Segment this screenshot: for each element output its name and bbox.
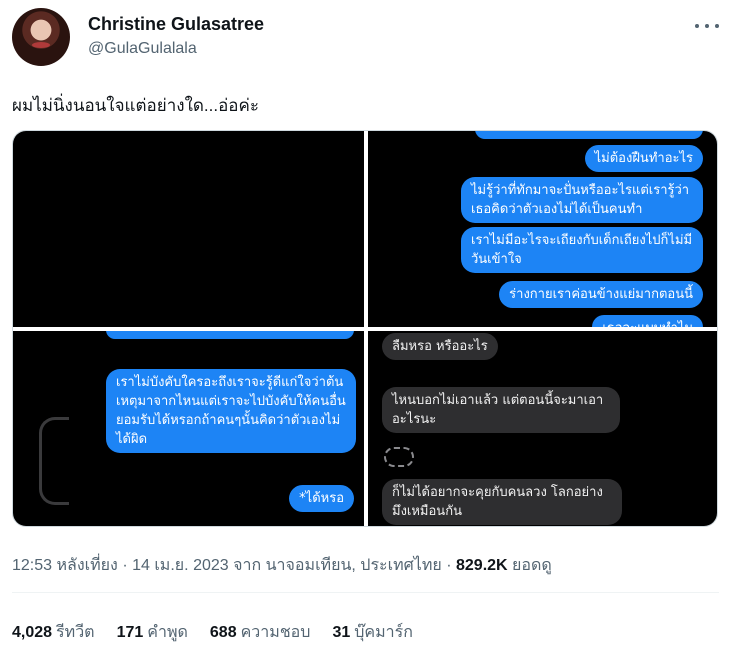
chat-bubble-cut bbox=[475, 131, 703, 139]
chat-bubble: ไหนบอกไม่เอาแล้ว แต่ตอนนี้จะมาเอาอะไรนะ bbox=[382, 387, 620, 433]
tweet-time[interactable]: 12:53 หลังเที่ยง bbox=[12, 557, 118, 574]
chat-bubble-cut bbox=[106, 331, 354, 339]
retweets-stat[interactable]: 4,028 รีทวีต bbox=[12, 620, 95, 645]
author-avatar[interactable] bbox=[12, 8, 70, 66]
chat-bubble: ไม่ต้องฝืนทำอะไร bbox=[584, 145, 703, 172]
author-handle[interactable]: @GulaGulalala bbox=[88, 40, 197, 58]
tweet-date[interactable]: 14 เม.ย. 2023 bbox=[132, 557, 229, 574]
typing-indicator-icon bbox=[384, 447, 414, 467]
chat-bubble: ลืมหรอ หรืออะไร bbox=[382, 333, 498, 360]
media-image-4[interactable]: ลืมหรอ หรืออะไร ไหนบอกไม่เอาแล้ว แต่ตอนน… bbox=[368, 331, 717, 526]
media-image-1[interactable] bbox=[13, 131, 364, 327]
divider bbox=[12, 592, 719, 593]
chat-bubble: เราไม่มีอะไรจะเถียงกับเด็กเถียงไปก็ไม่มี… bbox=[461, 227, 703, 273]
chat-bubble: เราไม่บังคับใครอะถึงเราจะรู้ดีแก่ใจว่าต้… bbox=[106, 369, 356, 453]
tweet-media-grid[interactable]: ไม่ต้องฝืนทำอะไร ไม่รู้ว่าที่ทักมาจะปั่น… bbox=[12, 130, 718, 527]
author-name[interactable]: Christine Gulasatree bbox=[88, 14, 264, 35]
quotes-stat[interactable]: 171 คำพูด bbox=[117, 620, 188, 645]
more-horizontal-icon[interactable] bbox=[695, 16, 719, 36]
tweet-stats: 4,028 รีทวีต 171 คำพูด 688 ความชอบ 31 บุ๊คมา… bbox=[12, 620, 413, 645]
tweet-location: นาจอมเทียน, ประเทศไทย bbox=[265, 557, 442, 574]
bookmarks-stat[interactable]: 31 บุ๊คมาร์ก bbox=[332, 620, 412, 645]
chat-bubble: ร่างกายเราค่อนข้างแย่มากตอนนี้ bbox=[499, 281, 703, 308]
chat-bubble: เธอจะแบบทำไม bbox=[592, 315, 703, 327]
media-image-2[interactable]: ไม่ต้องฝืนทำอะไร ไม่รู้ว่าที่ทักมาจะปั่น… bbox=[368, 131, 717, 327]
views-label: ยอดดู bbox=[512, 557, 552, 574]
bracket-shape bbox=[39, 417, 69, 505]
tweet-meta: 12:53 หลังเที่ยง · 14 เม.ย. 2023 จาก นาจ… bbox=[12, 553, 552, 578]
media-image-3[interactable]: เราไม่บังคับใครอะถึงเราจะรู้ดีแก่ใจว่าต้… bbox=[13, 331, 364, 526]
tweet-text: ผมไม่นิ่งนอนใจแต่อย่างใด...อ่อค่ะ bbox=[12, 96, 260, 115]
chat-bubble: ก็ไม่ได้อยากจะคุยกับคนลวง โลกอย่างมึงเหม… bbox=[382, 479, 622, 525]
chat-bubble: ไม่รู้ว่าที่ทักมาจะปั่นหรืออะไรแต่เรารู้… bbox=[461, 177, 703, 223]
separator: · bbox=[122, 557, 128, 574]
views-count: 829.2K bbox=[456, 557, 508, 574]
chat-bubble: *ได้หรอ bbox=[289, 485, 354, 512]
from-label: จาก bbox=[233, 557, 262, 574]
likes-stat[interactable]: 688 ความชอบ bbox=[210, 620, 311, 645]
separator: · bbox=[446, 557, 452, 574]
